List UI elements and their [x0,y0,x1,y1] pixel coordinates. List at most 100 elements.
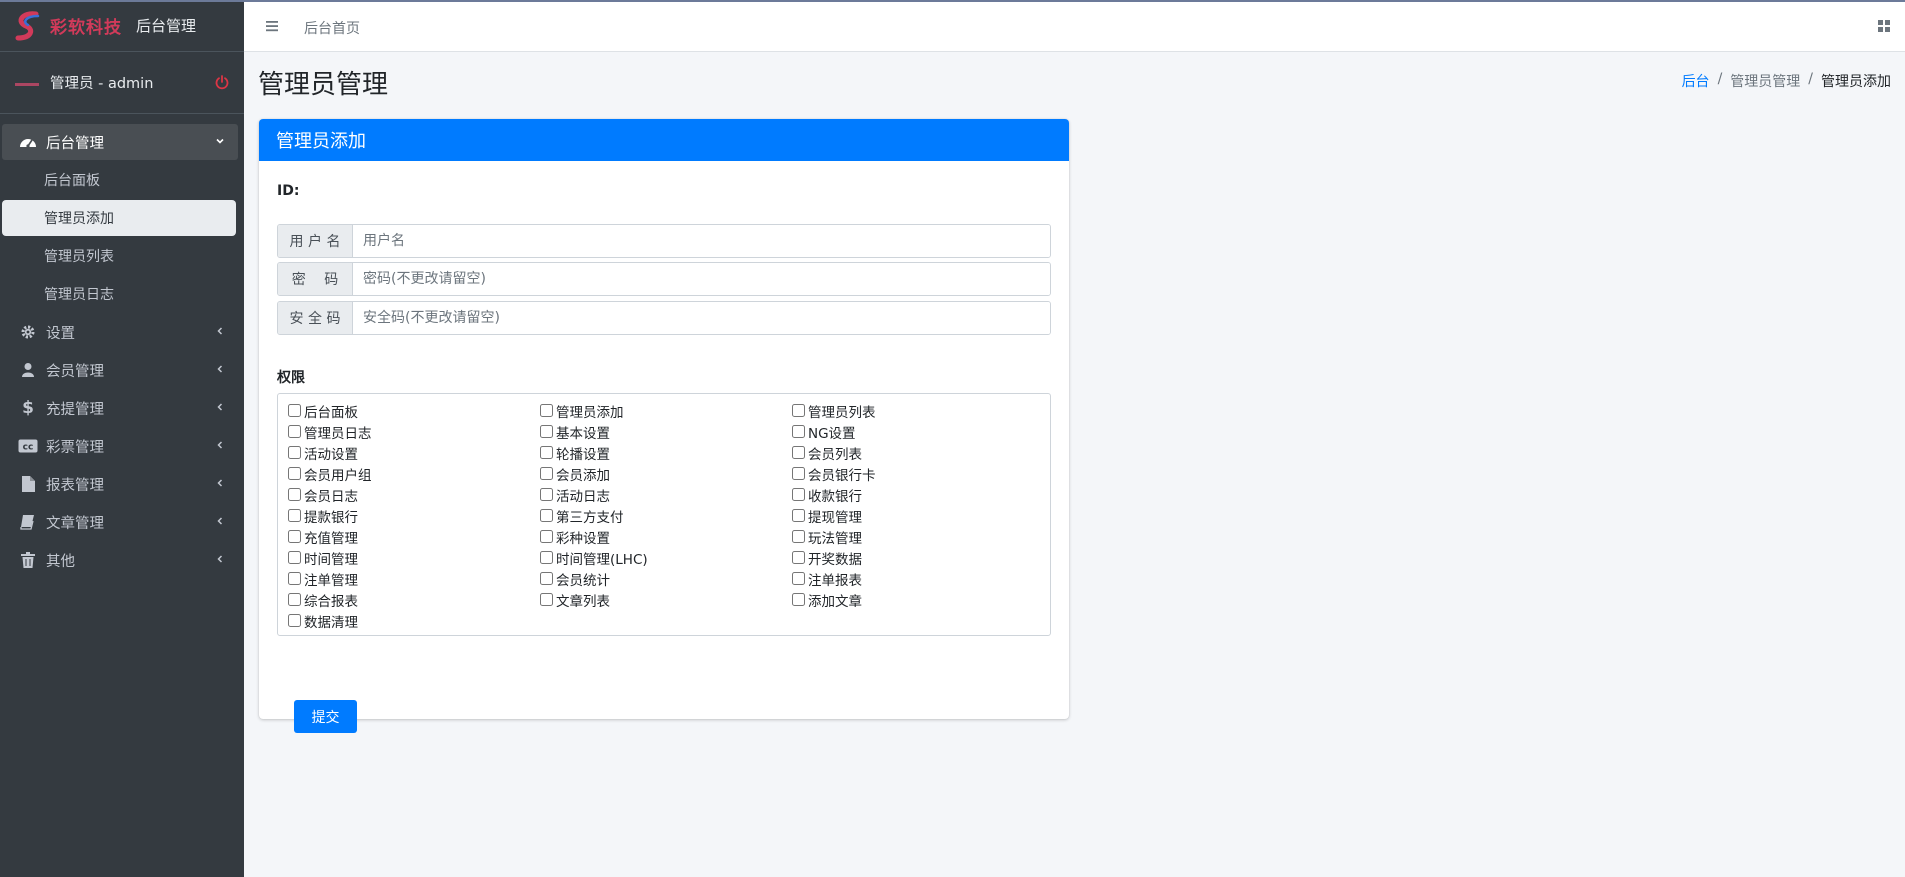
permission-item[interactable]: 轮播设置 [540,442,792,463]
sidebar-item-reports[interactable]: 报表管理 [2,466,238,502]
permission-item[interactable]: 添加文章 [792,589,1044,610]
permission-item[interactable]: 会员银行卡 [792,463,1044,484]
permission-checkbox[interactable] [288,425,301,438]
permission-item[interactable]: 提现管理 [792,505,1044,526]
sidebar-item-members[interactable]: 会员管理 [2,352,238,388]
permission-checkbox[interactable] [540,404,553,417]
permission-checkbox[interactable] [288,551,301,564]
id-label: ID: [277,183,300,199]
permissions-grid: 后台面板 管理员添加 管理员列表 管理员日志 基本设置 NG设置 活动设置 轮播设置 会员列表会… [288,400,1040,631]
logo-icon [12,10,44,42]
permission-checkbox[interactable] [540,425,553,438]
sidebar-item-settings[interactable]: 设置 [2,314,238,350]
permission-item[interactable]: 第三方支付 [540,505,792,526]
permission-item[interactable]: 基本设置 [540,421,792,442]
sidebar-subitem-admin-log[interactable]: 管理员日志 [2,276,236,312]
permission-label: 彩种设置 [556,530,610,547]
password-input[interactable] [353,263,1050,295]
permission-checkbox[interactable] [792,551,805,564]
permission-label: 会员银行卡 [808,467,876,484]
permission-checkbox[interactable] [540,488,553,501]
permission-item[interactable]: 彩种设置 [540,526,792,547]
permission-item[interactable]: 注单管理 [288,568,540,589]
permission-item[interactable]: 会员统计 [540,568,792,589]
username-label: 用 户 名 [278,225,353,257]
permission-item[interactable]: 提款银行 [288,505,540,526]
permission-label: 提现管理 [808,509,862,526]
permission-label: 玩法管理 [808,530,862,547]
user-name[interactable]: 管理员 - admin [50,72,153,93]
permission-item[interactable]: 活动日志 [540,484,792,505]
permission-checkbox[interactable] [288,614,301,627]
permission-item[interactable]: 开奖数据 [792,547,1044,568]
permission-item[interactable]: 时间管理 [288,547,540,568]
svg-text:cc: cc [23,443,34,453]
permission-item[interactable]: 后台面板 [288,400,540,421]
sidebar-item-dashboard[interactable]: 后台管理 [2,124,238,160]
permission-checkbox[interactable] [792,509,805,522]
permission-item[interactable]: 时间管理(LHC) [540,547,792,568]
sidebar-item-lottery[interactable]: cc 彩票管理 [2,428,238,464]
header-home-link[interactable]: 后台首页 [304,18,360,38]
power-icon[interactable] [214,74,230,90]
permission-checkbox[interactable] [288,530,301,543]
sidebar-item-other[interactable]: 其他 [2,542,238,578]
breadcrumb-link-home[interactable]: 后台 [1682,71,1710,91]
permission-checkbox[interactable] [288,593,301,606]
hamburger-icon[interactable] [264,18,280,34]
permission-checkbox[interactable] [288,404,301,417]
breadcrumb-item-admin[interactable]: 管理员管理 [1730,71,1800,91]
permission-checkbox[interactable] [288,488,301,501]
permission-checkbox[interactable] [792,488,805,501]
permission-checkbox[interactable] [792,404,805,417]
permission-checkbox[interactable] [792,593,805,606]
brand[interactable]: 彩软科技 后台管理 [0,0,244,52]
permission-checkbox[interactable] [792,467,805,480]
permission-checkbox[interactable] [792,530,805,543]
permission-item[interactable]: 会员添加 [540,463,792,484]
permission-checkbox[interactable] [540,530,553,543]
permission-checkbox[interactable] [288,446,301,459]
permission-checkbox[interactable] [288,467,301,480]
permission-label: 提款银行 [304,509,358,526]
grid-icon[interactable] [1877,19,1891,33]
permission-item[interactable]: 注单报表 [792,568,1044,589]
permission-checkbox[interactable] [540,551,553,564]
permission-item[interactable]: 管理员列表 [792,400,1044,421]
permission-item[interactable]: 会员用户组 [288,463,540,484]
permission-checkbox[interactable] [540,593,553,606]
permission-label: 数据清理 [304,614,358,631]
permission-item[interactable]: 会员日志 [288,484,540,505]
trash-icon [18,551,38,569]
permission-checkbox[interactable] [792,572,805,585]
permission-checkbox[interactable] [540,446,553,459]
permission-item[interactable]: 收款银行 [792,484,1044,505]
username-group: 用 户 名 [277,224,1051,258]
permission-item[interactable]: 管理员添加 [540,400,792,421]
sidebar-subitem-panel[interactable]: 后台面板 [2,162,236,198]
permission-item[interactable]: NG设置 [792,421,1044,442]
permission-item[interactable]: 管理员日志 [288,421,540,442]
permission-checkbox[interactable] [288,572,301,585]
sidebar-subitem-admin-list[interactable]: 管理员列表 [2,238,236,274]
permission-checkbox[interactable] [288,509,301,522]
permission-checkbox[interactable] [792,446,805,459]
permission-checkbox[interactable] [540,509,553,522]
username-input[interactable] [353,225,1050,257]
permission-item[interactable]: 综合报表 [288,589,540,610]
permission-checkbox[interactable] [792,425,805,438]
permission-item[interactable]: 玩法管理 [792,526,1044,547]
submit-button[interactable]: 提交 [294,700,357,733]
sidebar-item-articles[interactable]: 文章管理 [2,504,238,540]
safe-code-input[interactable] [353,302,1050,334]
chevron-left-icon [214,477,226,489]
sidebar-subitem-admin-add[interactable]: 管理员添加 [2,200,236,236]
permission-item[interactable]: 活动设置 [288,442,540,463]
permission-item[interactable]: 充值管理 [288,526,540,547]
permission-checkbox[interactable] [540,572,553,585]
permission-checkbox[interactable] [540,467,553,480]
permission-item[interactable]: 会员列表 [792,442,1044,463]
sidebar-item-deposit[interactable]: $ 充提管理 [2,390,238,426]
permission-item[interactable]: 文章列表 [540,589,792,610]
permission-item[interactable]: 数据清理 [288,610,540,631]
